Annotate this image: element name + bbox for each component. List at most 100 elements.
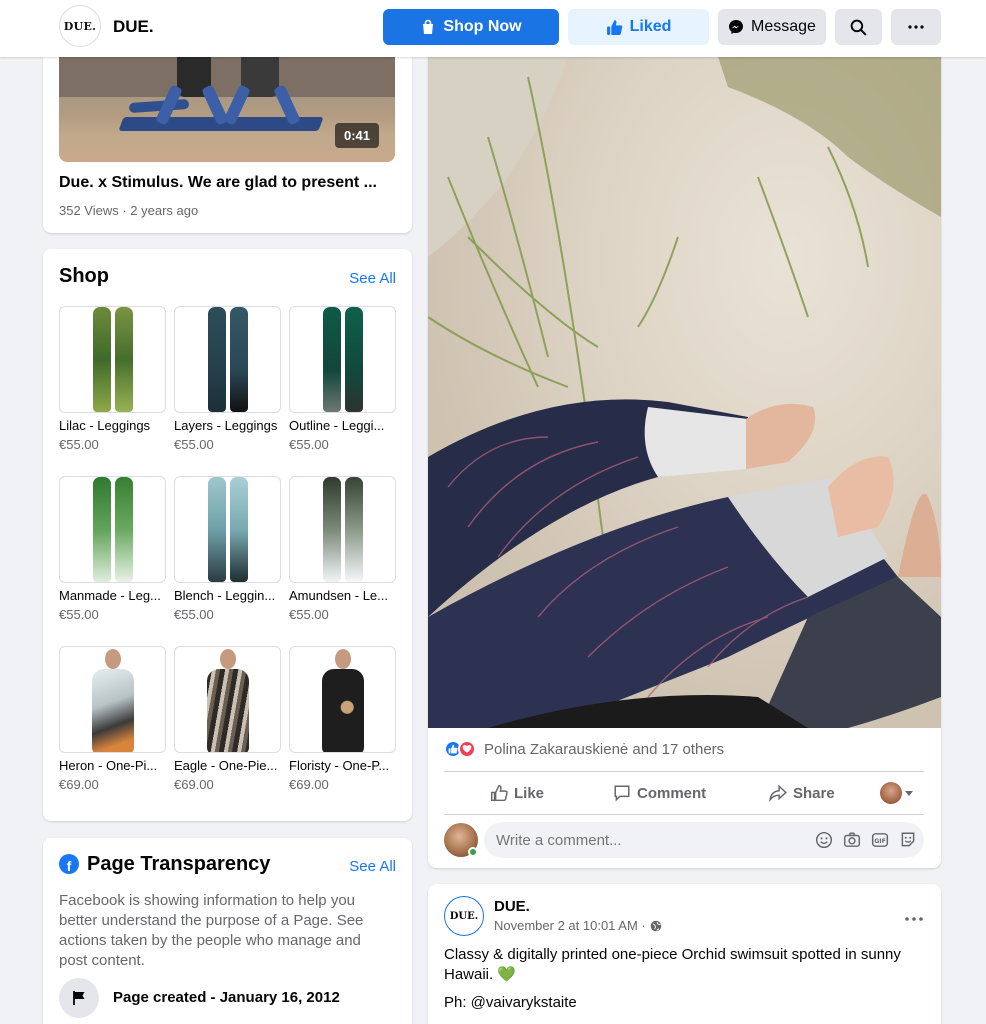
post-more-options-button[interactable] [905, 904, 923, 927]
liked-button[interactable]: Liked [568, 9, 709, 45]
reactions-summary[interactable]: Polina Zakarauskienė and 17 others [444, 740, 724, 758]
product-item[interactable]: Layers - Leggings €55.00 [174, 306, 281, 452]
comment-tools: GIF [815, 831, 917, 849]
legging-leg [115, 307, 133, 412]
product-name: Blench - Leggin... [174, 588, 276, 603]
product-item[interactable]: Amundsen - Le... €55.00 [289, 476, 396, 622]
legging-leg [208, 477, 226, 582]
legging-leg [93, 477, 111, 582]
svg-text:GIF: GIF [874, 838, 886, 845]
reactions-text[interactable]: Polina Zakarauskienė and 17 others [484, 741, 724, 758]
product-image[interactable] [289, 306, 396, 413]
legging-leg [230, 307, 248, 412]
product-name: Eagle - One-Pie... [174, 758, 278, 773]
transparency-see-all-link[interactable]: See All [349, 858, 396, 875]
product-name: Floristy - One-P... [289, 758, 390, 773]
photo-credit: Ph: @vaivarykstaite [444, 994, 577, 1011]
product-price: €55.00 [174, 607, 214, 622]
more-options-button[interactable] [891, 9, 941, 45]
product-item[interactable]: Blench - Leggin... €55.00 [174, 476, 281, 622]
search-button[interactable] [835, 9, 882, 45]
shop-see-all-link[interactable]: See All [349, 270, 396, 287]
product-image[interactable] [59, 306, 166, 413]
messenger-icon [729, 20, 744, 34]
comment-action-button[interactable]: Comment [613, 777, 706, 809]
camera-icon[interactable] [843, 831, 861, 849]
product-item[interactable]: Floristy - One-P... €69.00 [289, 646, 396, 792]
post-text: Classy & digitally printed one-piece Orc… [444, 946, 901, 983]
product-image[interactable] [174, 646, 281, 753]
shop-title: Shop [59, 265, 109, 287]
product-price: €55.00 [59, 437, 99, 452]
product-image[interactable] [59, 646, 166, 753]
video-thumbnail[interactable]: 0:41 [59, 57, 395, 162]
audience-selector[interactable] [880, 777, 914, 809]
product-image[interactable] [174, 476, 281, 583]
emoji-icon[interactable] [815, 831, 833, 849]
product-name: Outline - Leggi... [289, 418, 385, 433]
post-author-avatar[interactable]: DUE. [444, 896, 484, 936]
legging-leg [230, 477, 248, 582]
liked-label: Liked [629, 18, 672, 35]
product-price: €55.00 [289, 607, 329, 622]
gif-icon[interactable]: GIF [871, 831, 889, 849]
product-name: Layers - Leggings [174, 418, 278, 433]
post-timestamp[interactable]: November 2 at 10:01 AM · [494, 918, 662, 933]
shopping-bag-icon [423, 19, 434, 34]
shop-now-button[interactable]: Shop Now [383, 9, 559, 45]
facebook-icon: f [59, 854, 79, 874]
divider [444, 771, 924, 772]
page-header: DUE. DUE. Shop Now Liked Message [0, 0, 986, 57]
product-item[interactable]: Manmade - Leg... €55.00 [59, 476, 166, 622]
page-name[interactable]: DUE. [113, 17, 154, 37]
product-image[interactable] [289, 646, 396, 753]
more-dots-icon [905, 917, 923, 921]
like-action-label: Like [514, 784, 545, 802]
share-icon [769, 784, 787, 802]
post-photo[interactable] [428, 57, 941, 728]
page-logo[interactable]: DUE. [59, 5, 101, 47]
comment-icon [614, 785, 630, 802]
share-action-button[interactable]: Share [769, 777, 835, 809]
more-dots-icon [908, 25, 924, 29]
product-image[interactable] [289, 476, 396, 583]
user-avatar [880, 782, 902, 804]
love-reaction-icon [458, 740, 476, 758]
thumbs-up-outline-icon [490, 784, 508, 802]
swimsuit [92, 669, 134, 752]
swimsuit [207, 669, 249, 752]
message-button[interactable]: Message [718, 9, 826, 45]
model-head [335, 649, 351, 669]
video-duration: 0:41 [334, 123, 379, 148]
post-author-name[interactable]: DUE. [494, 898, 530, 915]
product-image[interactable] [174, 306, 281, 413]
page-transparency-card: f Page Transparency See All Facebook is … [43, 838, 412, 1024]
share-action-label: Share [793, 784, 835, 802]
product-image[interactable] [59, 476, 166, 583]
product-item[interactable]: Outline - Leggi... €55.00 [289, 306, 396, 452]
legging-leg [323, 307, 341, 412]
product-price: €69.00 [59, 777, 99, 792]
product-price: €69.00 [289, 777, 329, 792]
message-label: Message [751, 18, 816, 35]
product-name: Amundsen - Le... [289, 588, 388, 603]
sticker-icon[interactable] [899, 831, 917, 849]
like-action-button[interactable]: Like [490, 777, 544, 809]
shop-now-label: Shop Now [443, 18, 522, 35]
product-price: €55.00 [289, 437, 329, 452]
online-status-dot [468, 847, 478, 857]
video-title[interactable]: Due. x Stimulus. We are glad to present … [59, 174, 377, 192]
product-price: €55.00 [174, 437, 214, 452]
divider [444, 814, 924, 815]
product-item[interactable]: Eagle - One-Pie... €69.00 [174, 646, 281, 792]
post-card: Polina Zakarauskienė and 17 others Like … [428, 57, 941, 868]
product-item[interactable]: Heron - One-Pi... €69.00 [59, 646, 166, 792]
legging-leg [345, 477, 363, 582]
product-name: Lilac - Leggings [59, 418, 151, 433]
product-item[interactable]: Lilac - Leggings €55.00 [59, 306, 166, 452]
product-name: Manmade - Leg... [59, 588, 161, 603]
comment-action-label: Comment [637, 784, 707, 802]
transparency-description: Facebook is showing information to help … [59, 892, 364, 969]
post-card: DUE. DUE. November 2 at 10:01 AM · Class… [428, 884, 941, 1024]
legging-leg [208, 307, 226, 412]
